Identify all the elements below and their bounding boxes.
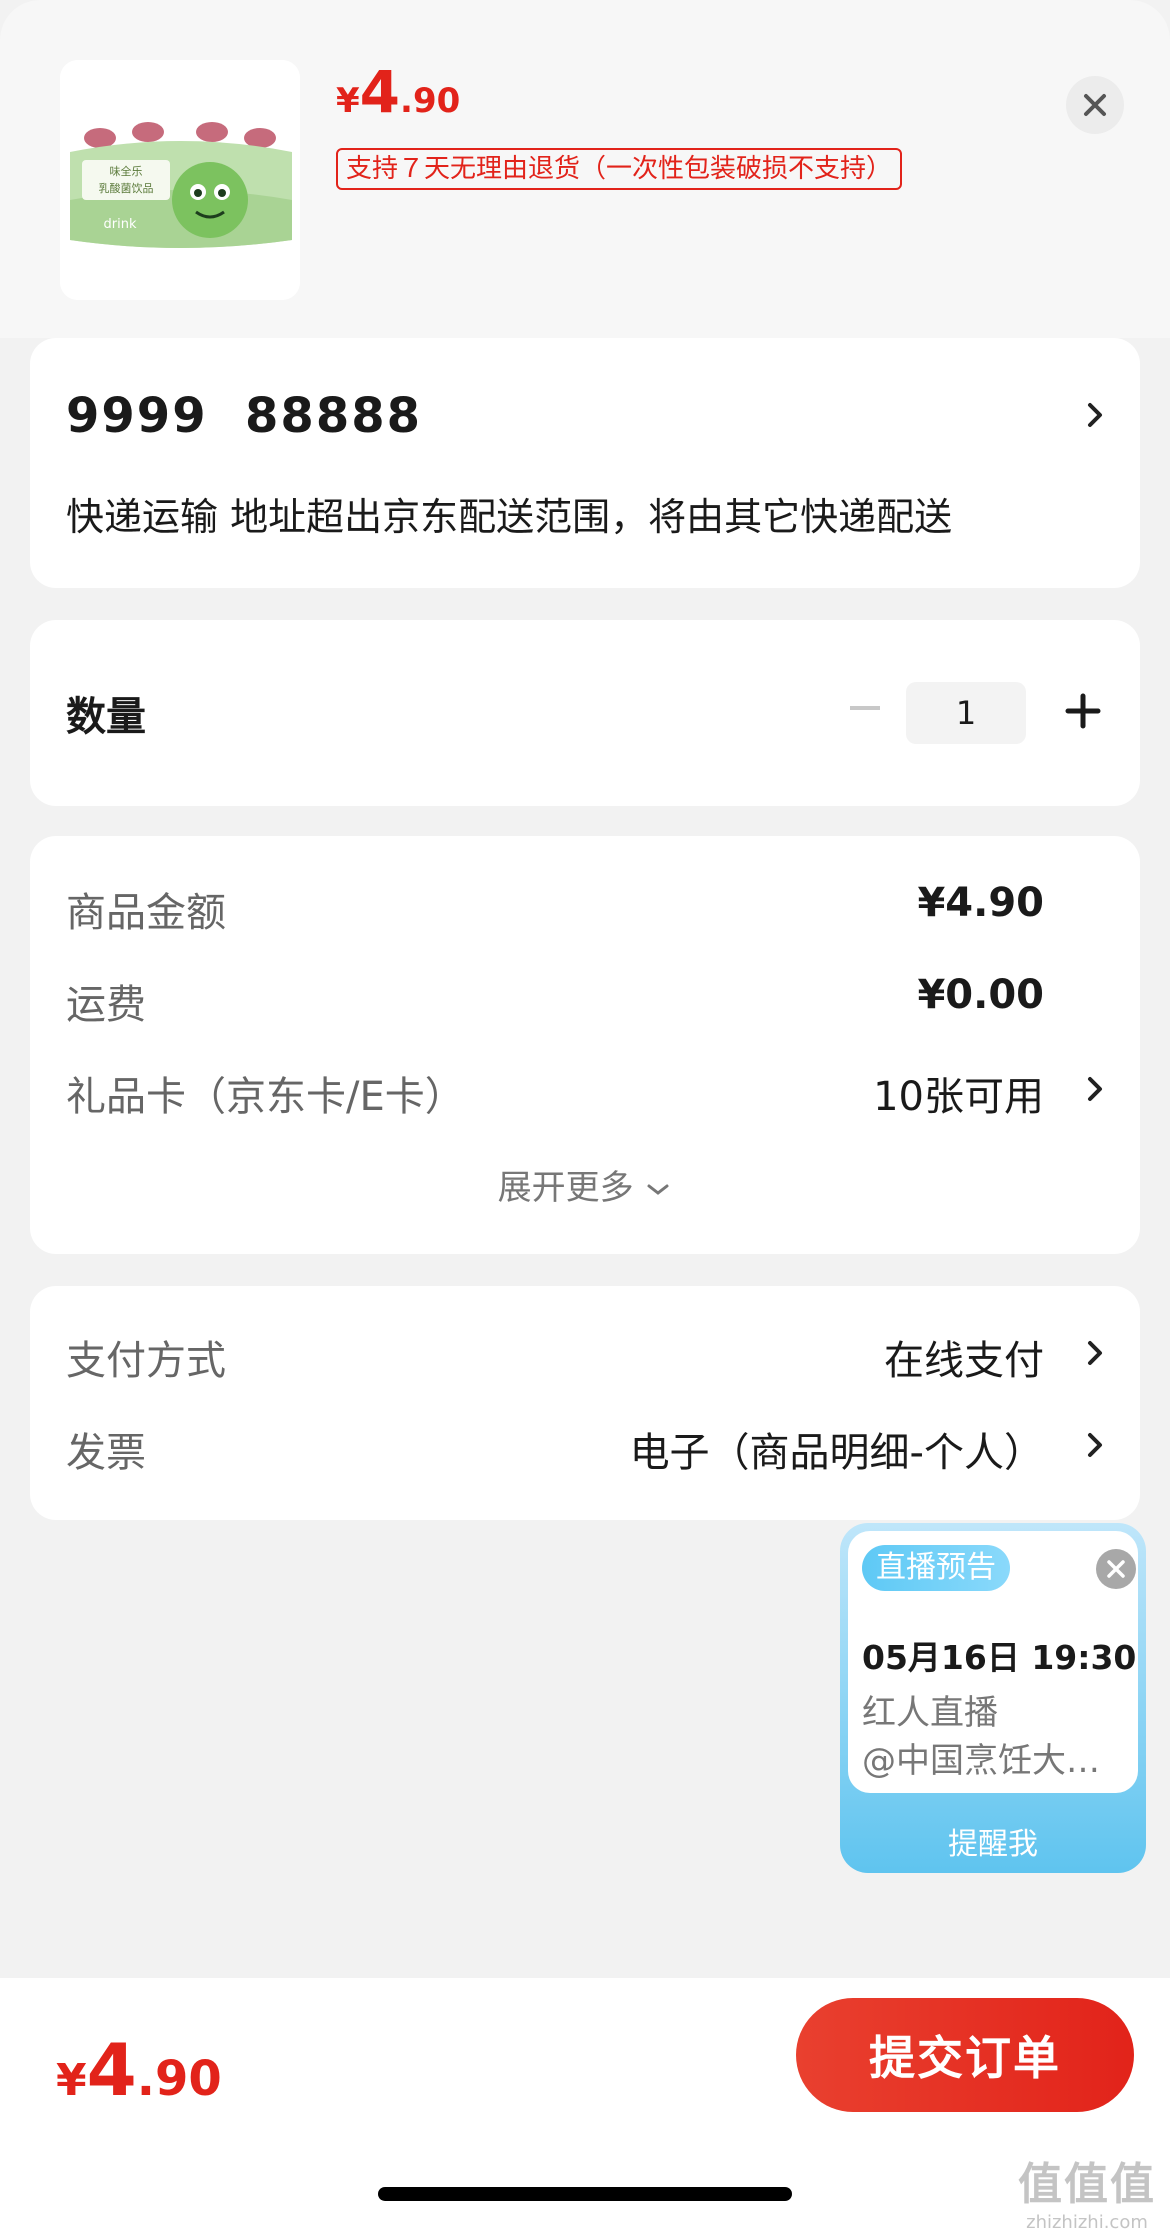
live-description-line: 红人直播 — [862, 1693, 998, 1733]
live-description: 红人直播 @中国烹饪大… — [862, 1689, 1132, 1785]
price-decimal: .90 — [136, 2051, 222, 2107]
chevron-right-icon[interactable] — [1080, 1430, 1110, 1460]
quantity-card: 数量 1 — [30, 620, 1140, 806]
amounts-card: 商品金额 ¥4.90 运费 ¥0.00 礼品卡（京东卡/E卡） 10张可用 展开… — [30, 836, 1140, 1254]
live-close-button[interactable] — [1096, 1549, 1136, 1589]
chevron-right-icon[interactable] — [1080, 1338, 1110, 1368]
live-time: 05月16日 19:30 — [862, 1638, 1137, 1677]
close-icon — [1107, 1560, 1125, 1578]
close-button[interactable] — [1066, 76, 1124, 134]
address-card[interactable]: 9999 88888 快递运输 地址超出京东配送范围，将由其它快递配送 — [30, 338, 1140, 588]
quantity-label: 数量 — [66, 694, 146, 740]
watermark-logo-text: 值值值 — [1018, 2159, 1156, 2210]
giftcard-value[interactable]: 10张可用 — [873, 1064, 1044, 1122]
goods-amount-value: ¥4.90 — [917, 880, 1044, 926]
expand-more-label: 展开更多 — [497, 1168, 634, 1208]
price-symbol: ¥ — [336, 81, 360, 121]
giftcard-label: 礼品卡（京东卡/E卡） — [66, 1074, 465, 1120]
home-indicator[interactable] — [378, 2187, 792, 2201]
remind-me-button[interactable]: 提醒我 — [840, 1819, 1146, 1863]
shipping-label: 运费 — [66, 982, 146, 1028]
payment-method-value[interactable]: 在线支付 — [884, 1328, 1044, 1386]
live-preview-content: 直播预告 05月16日 19:30 红人直播 @中国烹饪大… — [848, 1531, 1138, 1793]
product-bottles-illustration: 味全乐 乳酸菌饮品 drink — [60, 60, 300, 300]
invoice-value[interactable]: 电子（商品明细-个人） — [630, 1420, 1044, 1478]
close-icon — [1084, 94, 1106, 116]
image-brand-text: 味全乐 — [110, 164, 143, 178]
order-confirm-sheet: 味全乐 乳酸菌饮品 drink ¥4.90 支持７天无理由退货（一次性包装破损不… — [0, 0, 1170, 2230]
live-description-line: @中国烹饪大… — [862, 1741, 1100, 1781]
live-preview-widget[interactable]: 直播预告 05月16日 19:30 红人直播 @中国烹饪大… 提醒我 — [840, 1523, 1146, 1873]
goods-amount-label: 商品金额 — [66, 890, 226, 936]
price-integer: 4 — [359, 58, 401, 126]
delivery-note: 快递运输 地址超出京东配送范围，将由其它快递配送 — [66, 495, 953, 539]
product-price: ¥4.90 — [336, 58, 460, 126]
chevron-right-icon — [1088, 403, 1102, 427]
product-image[interactable]: 味全乐 乳酸菌饮品 drink — [60, 60, 300, 300]
invoice-label: 发票 — [66, 1430, 146, 1476]
payment-method-label: 支付方式 — [66, 1338, 226, 1384]
live-preview-badge: 直播预告 — [862, 1545, 1010, 1591]
return-policy-tag: 支持７天无理由退货（一次性包装破损不支持） — [336, 148, 903, 190]
product-header: 味全乐 乳酸菌饮品 drink ¥4.90 支持７天无理由退货（一次性包装破损不… — [0, 0, 1170, 338]
chevron-right-icon[interactable] — [1080, 1074, 1110, 1104]
price-symbol: ¥ — [56, 2055, 87, 2106]
shipping-value: ¥0.00 — [917, 972, 1044, 1018]
price-decimal: .90 — [400, 81, 461, 121]
quantity-decrease-button[interactable] — [850, 706, 880, 710]
address-title: 9999 88888 — [66, 388, 423, 444]
submit-order-button[interactable]: 提交订单 — [796, 1998, 1134, 2112]
quantity-input[interactable]: 1 — [906, 682, 1026, 744]
chevron-down-icon — [647, 1184, 669, 1195]
price-integer: 4 — [86, 2028, 137, 2112]
expand-more-button[interactable]: 展开更多 — [30, 1160, 1140, 1209]
image-name-text: 乳酸菌饮品 — [99, 181, 154, 195]
watermark-url: zhizhizhi.com — [1026, 2212, 1148, 2230]
total-price: ¥4.90 — [56, 2028, 222, 2112]
payment-card: 支付方式 在线支付 发票 电子（商品明细-个人） — [30, 1286, 1140, 1520]
watermark: 值值值 zhizhizhi.com — [1018, 2148, 1156, 2230]
quantity-increase-button[interactable] — [1064, 692, 1102, 730]
image-drink-text: drink — [104, 217, 137, 232]
